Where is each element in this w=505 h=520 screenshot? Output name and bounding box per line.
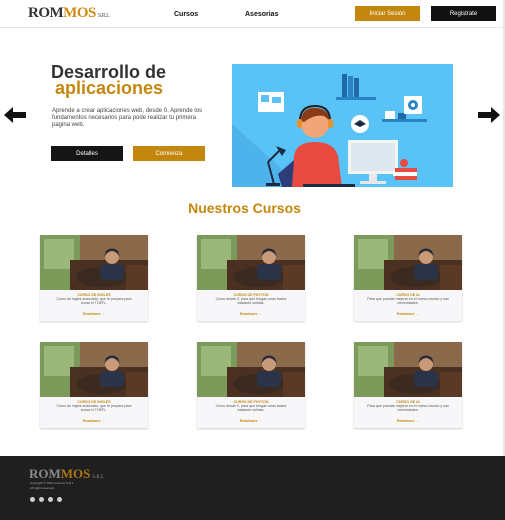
login-button[interactable]: Iniciar Sesión: [355, 6, 420, 21]
instagram-icon[interactable]: [30, 497, 35, 502]
readmore-link[interactable]: Readmore →: [40, 419, 148, 423]
course-image: [40, 235, 148, 290]
course-card[interactable]: CURSO DE IA Para que puedas mejorar en el…: [354, 342, 462, 428]
course-thumbnail: [40, 235, 148, 290]
dribbble-icon[interactable]: [39, 497, 44, 502]
course-description: Para que puedas mejorar en el nuevo mund…: [367, 297, 449, 306]
brand-logo[interactable]: ROM MOS S.R.L: [28, 5, 110, 22]
next-slide-arrow-icon[interactable]: [478, 107, 500, 123]
hero-title-accent: aplicaciones: [55, 78, 164, 98]
footer-rights: All rights reserved: [30, 486, 55, 490]
footer-logo: ROM MOS S.R.L: [29, 466, 105, 481]
course-description: Curso desde 0, para que tengas unas base…: [215, 404, 287, 413]
hero-description: Aprende a crear aplicaciones web, desde …: [52, 108, 203, 128]
course-description: Curso de ingles avanzado, que te prepara…: [56, 404, 132, 413]
course-thumbnail: [354, 235, 462, 290]
readmore-link[interactable]: Readmore →: [354, 312, 462, 316]
course-card[interactable]: CURSO DE PHYTON Curso desde 0, para que t…: [197, 342, 305, 428]
course-description: Para que puedas mejorar en el nuevo mund…: [367, 404, 449, 413]
course-thumbnail: [354, 342, 462, 397]
course-image: [197, 235, 305, 290]
details-button[interactable]: Detalles: [51, 146, 123, 161]
course-card[interactable]: CURSO DE INGLES Curso de ingles avanzado,…: [40, 342, 148, 428]
course-card[interactable]: CURSO DE PHYTON Curso desde 0, para que t…: [197, 235, 305, 321]
course-description: Curso desde 0, para que tengas unas base…: [215, 297, 287, 306]
register-button[interactable]: Registrate: [431, 6, 496, 21]
course-image: [40, 342, 148, 397]
hero-illustration: [232, 64, 453, 187]
course-card[interactable]: CURSO DE IA Para que puedas mejorar en el…: [354, 235, 462, 321]
course-thumbnail: [40, 342, 148, 397]
course-thumbnail: [197, 235, 305, 290]
course-card[interactable]: CURSO DE INGLES Curso de ingles avanzado,…: [40, 235, 148, 321]
courses-section-title: Nuestros Cursos: [188, 200, 301, 216]
readmore-link[interactable]: Readmore →: [354, 419, 462, 423]
footer: ROM MOS S.R.L Copyright © 2023 rommos S.…: [0, 456, 505, 520]
readmore-link[interactable]: Readmore →: [40, 312, 148, 316]
footer-copyright: Copyright © 2023 rommos S.R.L: [30, 481, 74, 485]
readmore-link[interactable]: Readmore →: [197, 419, 305, 423]
start-button[interactable]: Comienza: [133, 146, 205, 161]
course-description: Curso de ingles avanzado, que te prepara…: [56, 297, 132, 306]
youtube-icon[interactable]: [57, 497, 62, 502]
course-image: [354, 342, 462, 397]
top-navbar: ROM MOS S.R.L Cursos Asesorias Iniciar S…: [0, 0, 505, 28]
prev-slide-arrow-icon[interactable]: [4, 107, 26, 123]
course-image: [354, 235, 462, 290]
nav-link-cursos[interactable]: Cursos: [174, 11, 198, 18]
nav-link-asesorias[interactable]: Asesorias: [245, 11, 278, 18]
readmore-link[interactable]: Readmore →: [197, 312, 305, 316]
twitter-icon[interactable]: [48, 497, 53, 502]
course-image: [197, 342, 305, 397]
course-thumbnail: [197, 342, 305, 397]
